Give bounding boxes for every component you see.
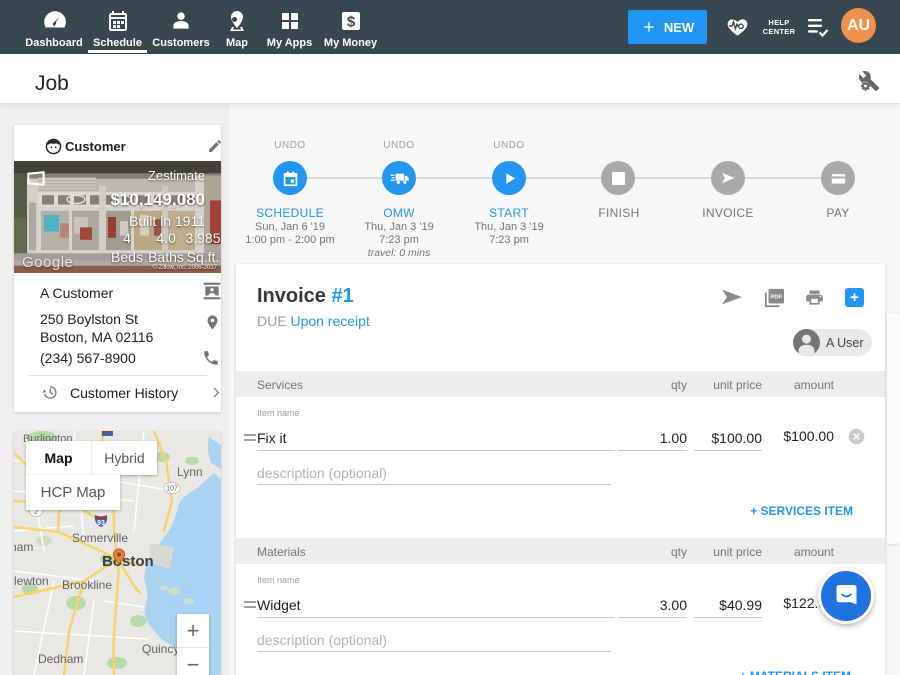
svg-text:ham: ham <box>14 540 33 554</box>
svg-text:$: $ <box>346 14 355 31</box>
svg-text:93: 93 <box>97 520 105 527</box>
svg-text:PDF: PDF <box>770 294 782 300</box>
svg-text:Boston: Boston <box>102 553 154 570</box>
svg-text:Somerville: Somerville <box>72 531 128 545</box>
svg-text:2: 2 <box>34 509 38 516</box>
svg-text:Brookline: Brookline <box>62 578 112 592</box>
svg-text:lewton: lewton <box>14 574 49 588</box>
svg-text:Dedham: Dedham <box>38 652 83 666</box>
svg-text:107: 107 <box>166 486 178 493</box>
svg-text:Quincy: Quincy <box>142 642 179 656</box>
svg-text:Lynn: Lynn <box>177 465 203 479</box>
